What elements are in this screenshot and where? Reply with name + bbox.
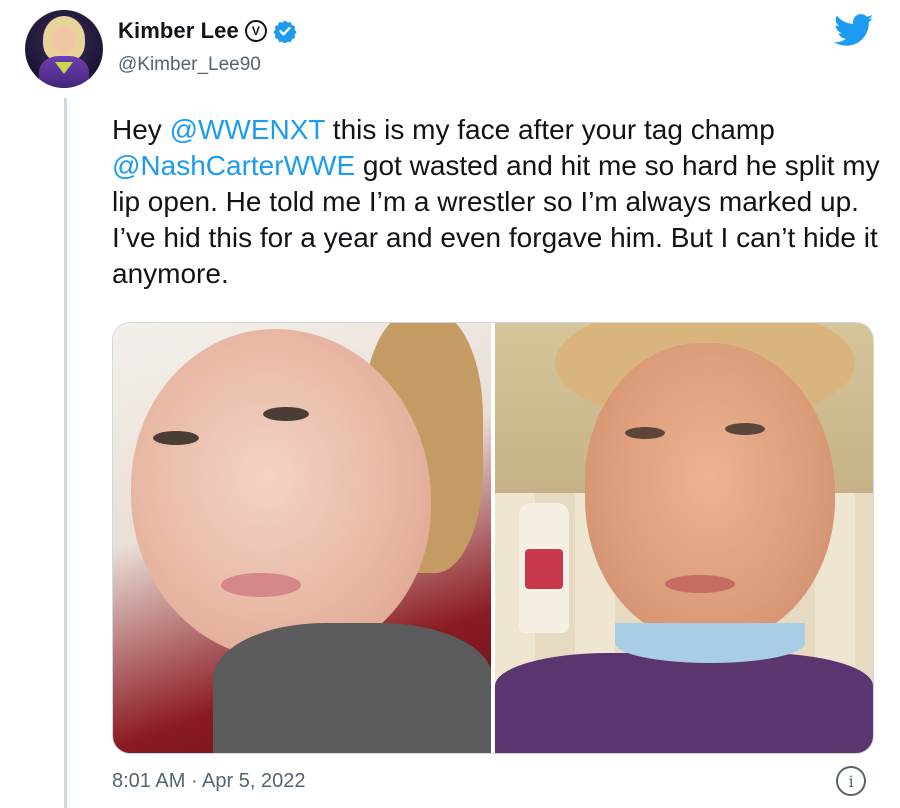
v-badge-icon: V: [244, 20, 267, 42]
twitter-bird-icon[interactable]: [834, 14, 874, 47]
media-grid: [112, 322, 874, 754]
info-icon[interactable]: i: [836, 766, 866, 796]
author-name-row[interactable]: Kimber Lee V: [118, 18, 297, 44]
tweet-photo[interactable]: [113, 323, 491, 753]
author-display-name[interactable]: Kimber Lee: [118, 18, 239, 44]
thread-line: [64, 98, 67, 808]
mention-link[interactable]: @NashCarterWWE: [112, 150, 355, 181]
verified-badge-icon: [273, 20, 297, 43]
mention-link[interactable]: @WWENXT: [170, 114, 325, 145]
tweet-photo[interactable]: [495, 323, 873, 753]
avatar[interactable]: [25, 10, 103, 88]
tweet-text-segment: Hey: [112, 114, 170, 145]
tweet-timestamp[interactable]: 8:01 AM · Apr 5, 2022: [112, 770, 305, 793]
tweet-text-segment: this is my face after your tag champ: [325, 114, 775, 145]
tweet-text: Hey @WWENXT this is my face after your t…: [112, 112, 882, 292]
author-handle[interactable]: @Kimber_Lee90: [118, 54, 261, 76]
